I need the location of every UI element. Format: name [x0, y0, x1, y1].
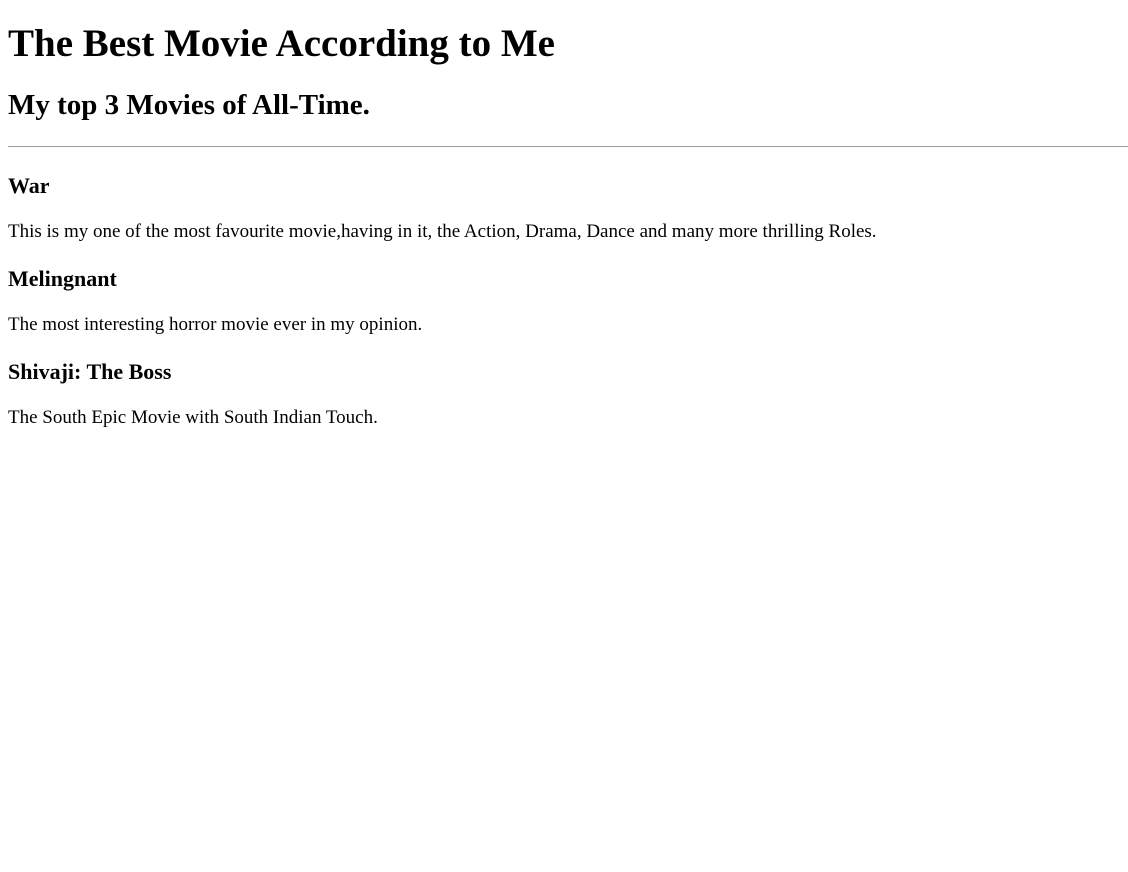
movie-item-war: War This is my one of the most favourite… — [8, 147, 1128, 243]
movie-list: War This is my one of the most favourite… — [8, 147, 1128, 429]
movie-description: This is my one of the most favourite mov… — [8, 221, 877, 242]
movie-item-shivaji: Shivaji: The Boss The South Epic Movie w… — [8, 336, 1128, 429]
movie-description: The South Epic Movie with South Indian T… — [8, 407, 378, 428]
movie-title: War — [8, 173, 50, 198]
movie-title: Shivaji: The Boss — [8, 359, 172, 384]
movie-item-melingnant: Melingnant The most interesting horror m… — [8, 243, 1128, 336]
page-title: The Best Movie According to Me — [8, 22, 555, 65]
movie-title: Melingnant — [8, 266, 117, 291]
page-subtitle: My top 3 Movies of All-Time. — [8, 89, 370, 121]
movie-description: The most interesting horror movie ever i… — [8, 314, 423, 335]
